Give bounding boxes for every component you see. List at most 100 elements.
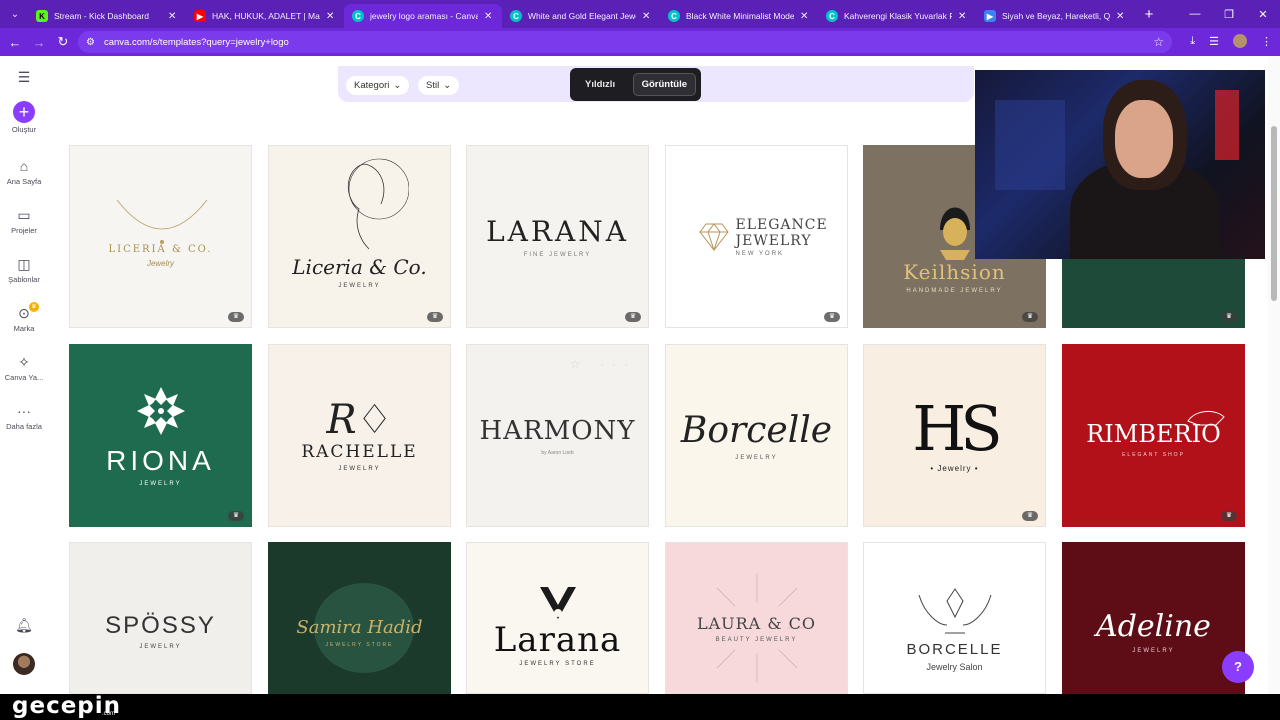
starred-toggle-option[interactable]: Yıldızlı xyxy=(585,79,615,90)
browser-tab-youtube[interactable]: ▶ HAK, HUKUK, ADALET | Madara ✕ xyxy=(186,4,344,28)
back-icon[interactable]: ← xyxy=(3,35,27,50)
folder-icon: ▭ xyxy=(17,207,31,223)
template-card[interactable]: Larana JEWELRY STORE xyxy=(466,542,649,694)
minimize-icon[interactable]: — xyxy=(1178,8,1212,20)
necklace-bust-icon xyxy=(539,587,576,619)
close-tab-icon[interactable]: ✕ xyxy=(1116,11,1126,22)
browser-tab-canva-4[interactable]: C Kahverengi Klasik Yuvarlak Pre ✕ xyxy=(818,4,976,28)
crown-badge-icon: ♛ xyxy=(29,302,39,312)
template-card[interactable]: LAURA & CO BEAUTY JEWELRY xyxy=(665,542,848,694)
address-toolbar: ← → ↻ ⚙ canva.com/s/templates?query=jewe… xyxy=(0,28,1280,56)
template-card[interactable]: Liceria & Co. JEWELRY ♛ xyxy=(268,145,451,328)
template-card[interactable]: RIMBERIO ELEGANT SHOP ♛ xyxy=(1062,344,1245,527)
template-card[interactable]: Samira Hadid JEWELRY STORE xyxy=(268,542,451,694)
rail-create[interactable]: + Oluştur xyxy=(0,101,48,134)
url-text[interactable]: canva.com/s/templates?query=jewelry+logo xyxy=(104,37,289,48)
download-icon[interactable]: ⤓ xyxy=(1190,35,1195,48)
close-tab-icon[interactable]: ✕ xyxy=(800,11,810,22)
template-card[interactable]: SPÖSSY JEWELRY xyxy=(69,542,252,694)
window-controls: — ❐ ✕ xyxy=(1178,0,1280,28)
rail-projects[interactable]: ▭ Projeler xyxy=(0,206,48,235)
woman-portrait-graphic xyxy=(939,207,970,260)
notifications-bell-icon[interactable]: 🔔︎ xyxy=(0,616,48,634)
style-filter-dropdown[interactable]: Stil ⌄ xyxy=(418,76,460,95)
close-tab-icon[interactable]: ✕ xyxy=(168,11,178,22)
template-card[interactable]: LARANA FINE JEWELRY ♛ xyxy=(466,145,649,328)
close-tab-icon[interactable]: ✕ xyxy=(484,11,494,22)
template-card[interactable]: HS • Jewelry • ♛ xyxy=(863,344,1046,527)
rail-templates[interactable]: ◫ Şablonlar xyxy=(0,255,48,284)
kick-favicon-icon: K xyxy=(36,10,48,22)
browser-tab-canva-3[interactable]: C Black White Minimalist Modern ✕ xyxy=(660,4,818,28)
template-title: RACHELLE xyxy=(301,441,418,462)
premium-crown-icon: ♛ xyxy=(824,312,840,322)
stream-watermark-bar: gecepin .com xyxy=(0,693,1280,720)
template-card[interactable]: BORCELLE Jewelry Salon xyxy=(863,542,1046,694)
template-card[interactable]: LICERIA & CO. Jewelry ♛ xyxy=(69,145,252,328)
browser-menu-icon[interactable]: ⋮ xyxy=(1261,35,1272,48)
browser-tab-other[interactable]: ▶ Siyah ve Beyaz, Hareketli, Q Ha ✕ xyxy=(976,4,1134,28)
chevron-down-icon: ⌄ xyxy=(443,80,452,91)
rail-home[interactable]: ⌂ Ana Sayfa xyxy=(0,157,48,186)
canva-left-rail: ☰ + Oluştur ⌂ Ana Sayfa ▭ Projeler ◫ Şab… xyxy=(0,56,48,694)
hamburger-menu-icon[interactable]: ☰ xyxy=(0,68,48,86)
rail-label: Daha fazla xyxy=(6,422,42,431)
media-control-icon[interactable]: ☰ xyxy=(1209,35,1219,48)
profile-avatar[interactable] xyxy=(1233,34,1247,48)
template-title: Larana xyxy=(493,620,622,660)
restore-icon[interactable]: ❐ xyxy=(1212,8,1246,21)
rail-brand[interactable]: ⊙ ♛ Marka xyxy=(0,302,48,333)
user-avatar[interactable] xyxy=(13,653,35,675)
bookmark-star-icon[interactable]: ☆ xyxy=(1153,35,1164,49)
browser-tab-kick[interactable]: K Stream - Kick Dashboard ✕ xyxy=(28,4,186,28)
chevron-down-icon: ⌄ xyxy=(393,80,402,91)
template-subtitle: FINE JEWELRY xyxy=(523,252,592,258)
template-title: RIONA xyxy=(106,444,215,476)
template-title: Keilhsion xyxy=(903,259,1006,284)
rail-label: Projeler xyxy=(11,226,37,235)
tab-search-icon[interactable]: ⌄ xyxy=(2,3,28,25)
template-card[interactable]: Adeline JEWELRY xyxy=(1062,542,1245,694)
rail-canva-ai[interactable]: ✧ Canva Ya... xyxy=(0,353,48,382)
template-card[interactable]: Borcelle JEWELRY xyxy=(665,344,848,527)
help-button[interactable]: ? xyxy=(1222,651,1254,683)
chip-label: Kategori xyxy=(354,80,390,91)
template-subtitle: JEWELRY xyxy=(139,644,182,650)
browser-tab-canva-2[interactable]: C White and Gold Elegant Jewelry ✕ xyxy=(502,4,660,28)
close-tab-icon[interactable]: ✕ xyxy=(326,11,336,22)
create-plus-icon[interactable]: + xyxy=(13,101,35,123)
logo-lockup: ELEGANCE JEWELRY NEW YORK xyxy=(698,216,828,257)
tab-title: HAK, HUKUK, ADALET | Madara xyxy=(212,11,320,21)
more-dots-icon: ··· xyxy=(17,403,31,419)
address-bar[interactable]: ⚙ canva.com/s/templates?query=jewelry+lo… xyxy=(78,31,1172,53)
star-and-more-icons[interactable]: ☆ ··· xyxy=(570,357,636,371)
forward-icon[interactable]: → xyxy=(27,35,51,50)
rail-more[interactable]: ··· Daha fazla xyxy=(0,402,48,431)
template-subtitle: • Jewelry • xyxy=(930,464,979,473)
youtube-favicon-icon: ▶ xyxy=(194,10,206,22)
close-window-icon[interactable]: ✕ xyxy=(1246,8,1280,21)
scrollbar-thumb[interactable] xyxy=(1271,126,1277,301)
red-light xyxy=(1215,90,1239,160)
site-info-icon[interactable]: ⚙ xyxy=(86,37,95,48)
template-subtitle: JEWELRY xyxy=(139,480,182,487)
template-card[interactable]: ELEGANCE JEWELRY NEW YORK ♛ xyxy=(665,145,848,328)
premium-crown-icon: ♛ xyxy=(1022,511,1038,521)
page-scrollbar[interactable] xyxy=(1268,56,1280,694)
home-icon: ⌂ xyxy=(19,158,29,174)
category-filter-dropdown[interactable]: Kategori ⌄ xyxy=(346,76,410,95)
browser-tab-canva-search[interactable]: C jewelry logo araması - Canva ✕ xyxy=(344,4,502,28)
view-toggle-option[interactable]: Görüntüle xyxy=(632,73,696,96)
canva-favicon-icon: C xyxy=(510,10,522,22)
close-tab-icon[interactable]: ✕ xyxy=(958,11,968,22)
person-face xyxy=(1115,100,1173,178)
reload-icon[interactable]: ↻ xyxy=(51,34,75,50)
template-card[interactable]: R♢ RACHELLE JEWELRY xyxy=(268,344,451,527)
template-card[interactable]: RIONA JEWELRY ♛ xyxy=(69,344,252,527)
template-title: ELEGANCE JEWELRY xyxy=(735,216,828,249)
close-tab-icon[interactable]: ✕ xyxy=(642,11,652,22)
template-card[interactable]: ☆ ··· HARMONY by Aaron Loeb xyxy=(466,344,649,527)
new-tab-icon[interactable]: + xyxy=(1138,6,1160,23)
chip-label: Stil xyxy=(426,80,440,91)
premium-crown-icon: ♛ xyxy=(1221,511,1237,521)
